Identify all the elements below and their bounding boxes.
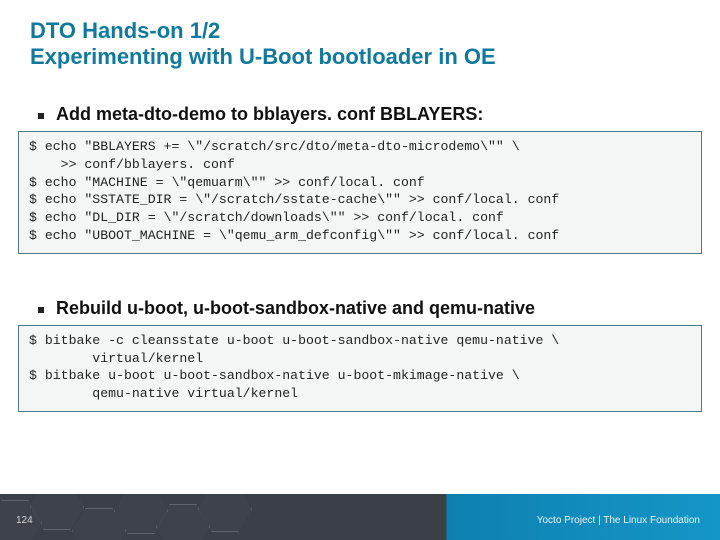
page-number: 124 [16, 515, 33, 526]
title-block: DTO Hands-on 1/2 Experimenting with U-Bo… [0, 0, 720, 78]
bullet-2: Rebuild u-boot, u-boot-sandbox-native an… [0, 298, 720, 319]
bullet-dot-icon [38, 307, 44, 313]
bullet-2-text: Rebuild u-boot, u-boot-sandbox-native an… [56, 298, 535, 319]
title-line-2: Experimenting with U-Boot bootloader in … [30, 44, 690, 70]
bullet-dot-icon [38, 113, 44, 119]
bullet-1: Add meta-dto-demo to bblayers. conf BBLA… [0, 104, 720, 125]
footer-text: Yocto Project | The Linux Foundation [537, 515, 700, 526]
code-block-1: $ echo "BBLAYERS += \"/scratch/src/dto/m… [18, 131, 702, 254]
title-line-1: DTO Hands-on 1/2 [30, 18, 690, 44]
spacer [0, 254, 720, 272]
bullet-1-text: Add meta-dto-demo to bblayers. conf BBLA… [56, 104, 483, 125]
slide: DTO Hands-on 1/2 Experimenting with U-Bo… [0, 0, 720, 540]
code-block-2: $ bitbake -c cleansstate u-boot u-boot-s… [18, 325, 702, 412]
footer: 124 Yocto Project | The Linux Foundation [0, 494, 720, 540]
